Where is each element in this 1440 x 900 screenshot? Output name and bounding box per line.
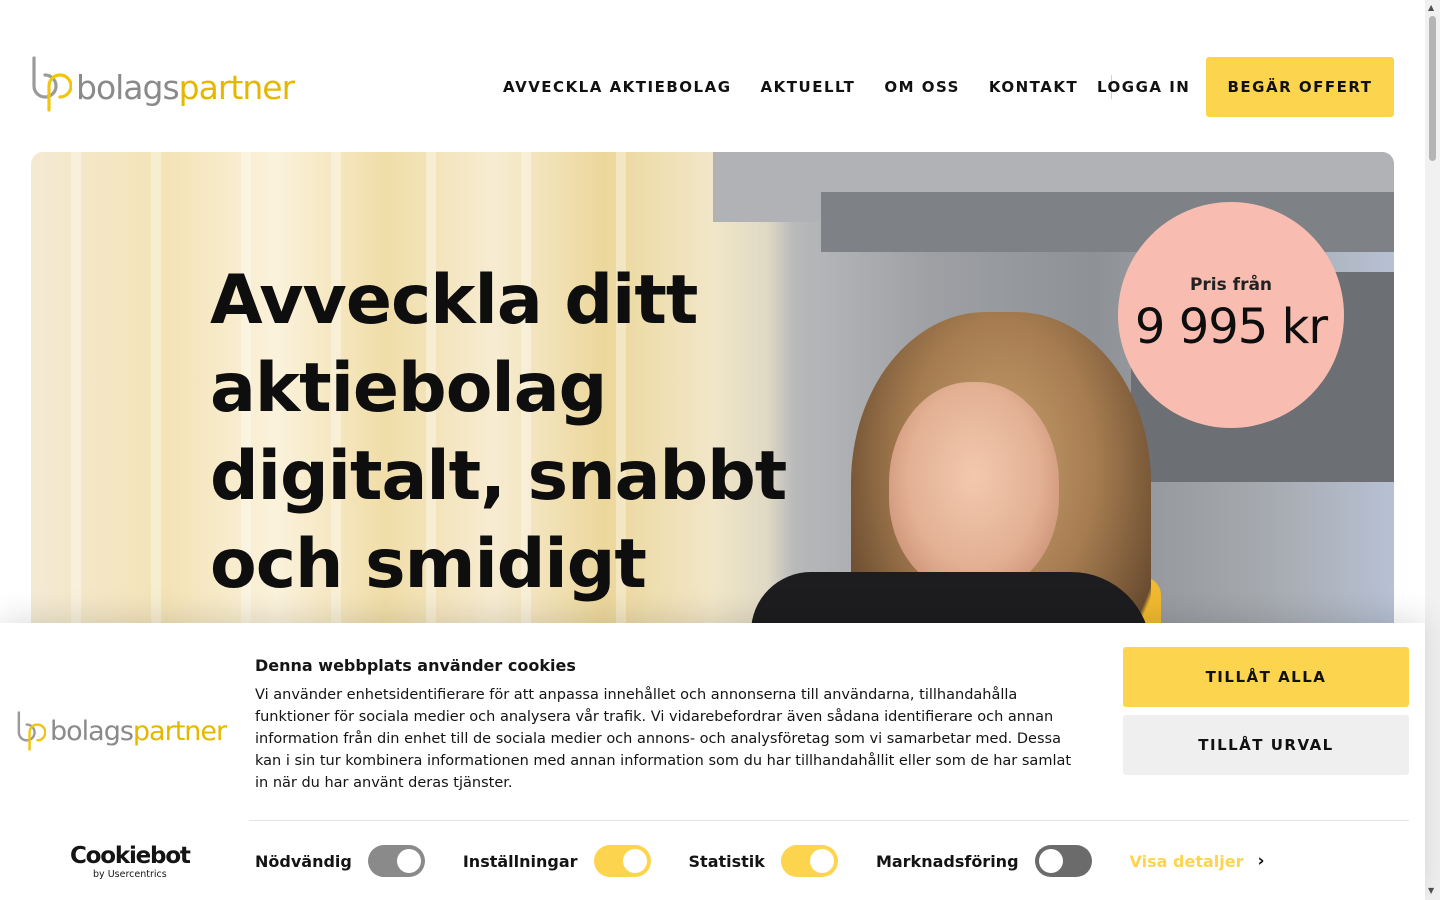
site-logo[interactable]: bolagspartner (30, 56, 295, 112)
hero-heading: Avveckla ditt aktiebolag digitalt, snabb… (210, 261, 787, 604)
curtain-fold (151, 152, 161, 672)
toggle-label-marketing: Marknadsföring (875, 851, 1019, 871)
marketing-toggle[interactable] (1034, 845, 1092, 877)
cookiebot-name: Cookiebot (70, 843, 191, 869)
toggle-knob (809, 849, 834, 873)
page-scrollbar[interactable]: ▲ ▼ (1425, 0, 1440, 900)
cookie-category-toggles: Nödvändig Inställningar Statistik Markna… (255, 845, 1264, 877)
toggle-label-statistics: Statistik (688, 851, 765, 871)
chevron-right-icon: › (1257, 851, 1265, 871)
toggle-knob (396, 849, 421, 873)
toggle-group-marketing: Marknadsföring (876, 845, 1092, 877)
bp-logo-icon (32, 56, 72, 112)
toggle-group-necessary: Nödvändig (255, 845, 425, 877)
show-details-link[interactable]: Visa detaljer › (1130, 851, 1265, 871)
cookie-consent-banner: bolagspartner Denna webbplats använder c… (0, 623, 1425, 900)
preferences-toggle[interactable] (593, 845, 651, 877)
nav-om-oss[interactable]: OM OSS (884, 78, 960, 96)
logo-wordmark: bolagspartner (50, 716, 227, 747)
cookiebot-sub: by Usercentrics (93, 869, 167, 880)
toggle-knob (1038, 849, 1063, 873)
person-face (889, 382, 1059, 592)
cookie-banner-text: Vi använder enhetsidentifierare för att … (255, 687, 1072, 791)
price-badge: Pris från 9 995 kr (1118, 202, 1344, 428)
main-nav: AVVECKLA AKTIEBOLAG AKTUELLT OM OSS KONT… (503, 72, 1124, 102)
bp-logo-icon (17, 711, 46, 751)
cookie-banner-logo: bolagspartner (16, 711, 227, 751)
cookie-divider (249, 820, 1409, 821)
request-quote-button[interactable]: BEGÄR OFFERT (1206, 57, 1394, 117)
nav-aktuellt[interactable]: AKTUELLT (761, 78, 856, 96)
cookiebot-logo[interactable]: Cookiebot by Usercentrics (70, 843, 191, 881)
site-header: bolagspartner AVVECKLA AKTIEBOLAG AKTUEL… (0, 0, 1425, 150)
hero-banner: Avveckla ditt aktiebolag digitalt, snabb… (31, 152, 1394, 672)
show-details-label: Visa detaljer (1129, 851, 1244, 871)
statistics-toggle[interactable] (780, 845, 838, 877)
allow-selection-button[interactable]: TILLÅT URVAL (1123, 715, 1409, 775)
allow-all-button[interactable]: TILLÅT ALLA (1123, 647, 1409, 707)
scroll-thumb[interactable] (1429, 16, 1436, 161)
scroll-down-icon[interactable]: ▼ (1428, 886, 1434, 895)
toggle-label-preferences: Inställningar (462, 851, 578, 871)
nav-kontakt[interactable]: KONTAKT (989, 78, 1078, 96)
toggle-label-necessary: Nödvändig (255, 851, 352, 871)
toggle-knob (622, 849, 647, 873)
necessary-toggle (367, 845, 425, 877)
scroll-up-icon[interactable]: ▲ (1428, 3, 1434, 12)
nav-avveckla-aktiebolag[interactable]: AVVECKLA AKTIEBOLAG (503, 78, 732, 96)
toggle-group-statistics: Statistik (689, 845, 838, 877)
price-label: Pris från (1189, 275, 1273, 295)
toggle-group-preferences: Inställningar (463, 845, 651, 877)
logo-wordmark: bolagspartner (76, 68, 295, 107)
login-link[interactable]: LOGGA IN (1097, 72, 1190, 102)
curtain-fold (71, 152, 81, 672)
cookie-banner-title: Denna webbplats använder cookies (255, 656, 576, 675)
price-value: 9 995 kr (1134, 299, 1328, 355)
